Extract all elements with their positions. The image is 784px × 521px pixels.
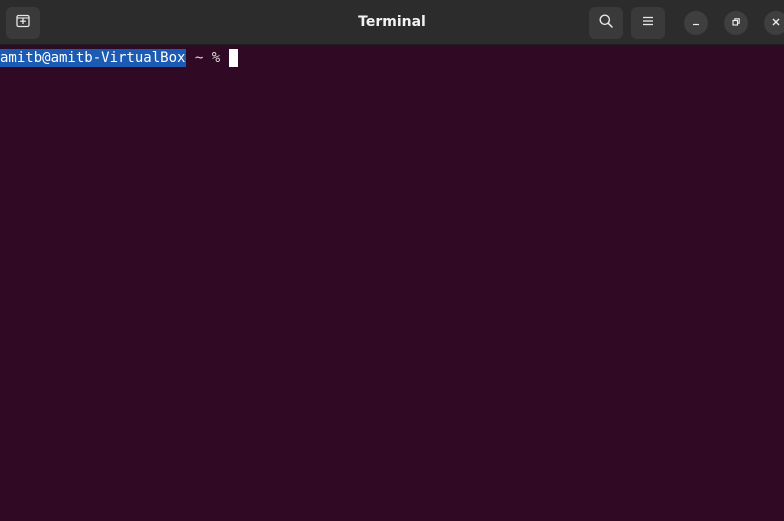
header-bar: Terminal [0,0,784,45]
prompt-user-host: amitb@amitb-VirtualBox [0,49,187,67]
menu-button[interactable] [631,7,665,39]
close-button[interactable] [764,11,784,35]
prompt-suffix: ~ % [186,50,229,66]
restore-icon [731,14,741,32]
prompt-line: amitb@amitb-VirtualBox ~ % [0,49,238,67]
close-icon [771,14,781,32]
hamburger-menu-icon [641,14,655,33]
search-icon [598,13,614,34]
new-tab-button[interactable] [6,7,40,39]
terminal-area[interactable]: amitb@amitb-VirtualBox ~ % [0,45,784,521]
text-cursor [228,49,238,67]
minimize-icon [691,14,701,32]
new-tab-icon [15,13,31,34]
window-title: Terminal [358,14,426,30]
search-button[interactable] [589,7,623,39]
maximize-button[interactable] [724,11,748,35]
minimize-button[interactable] [684,11,708,35]
terminal-window: Terminal amitb@amitb-VirtualBox ~ % [0,0,784,521]
